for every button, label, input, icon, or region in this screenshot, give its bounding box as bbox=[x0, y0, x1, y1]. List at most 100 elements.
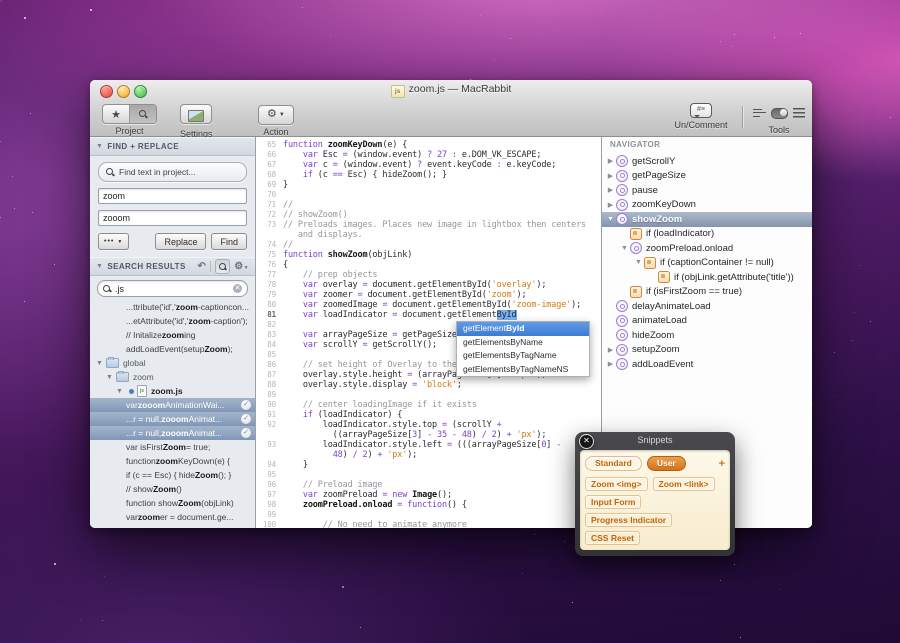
snippet-pill[interactable]: CSS Reset bbox=[585, 531, 640, 545]
code-line[interactable]: 100 // No need to animate anymore bbox=[256, 520, 601, 528]
navigator-row-selected[interactable]: ▼showZoom bbox=[602, 212, 812, 227]
disclosure-triangle-icon[interactable]: ▶ bbox=[606, 201, 615, 209]
result-folder-row[interactable]: ▼zoom bbox=[90, 370, 255, 384]
code-line[interactable]: 72// showZoom() bbox=[256, 210, 601, 220]
snippets-tab-standard[interactable]: Standard bbox=[585, 456, 642, 471]
checkmark-icon[interactable]: ✓ bbox=[241, 414, 251, 424]
navigator-row[interactable]: ▶getPageSize bbox=[602, 169, 812, 184]
code-line[interactable]: 79 var zoomer = document.getElementById(… bbox=[256, 290, 601, 300]
code-editor[interactable]: 65function zoomKeyDown(e) {66 var Esc = … bbox=[256, 137, 601, 528]
disclosure-triangle-icon[interactable]: ▶ bbox=[606, 186, 615, 194]
find-in-project-button[interactable]: Find text in project... bbox=[98, 162, 247, 182]
replace-button[interactable]: Replace bbox=[155, 233, 206, 250]
disclosure-triangle-icon[interactable]: ▼ bbox=[606, 216, 615, 223]
code-line[interactable]: 90 // center loadingImage if it exists bbox=[256, 400, 601, 410]
navigator-row[interactable]: hideZoom bbox=[602, 328, 812, 343]
result-row[interactable]: // Initalize zooming bbox=[90, 328, 255, 342]
code-line[interactable]: 92 loadIndicator.style.top = (scrollY + bbox=[256, 420, 601, 430]
result-row[interactable]: ...ent.getElementById('zoom'); bbox=[90, 524, 255, 528]
code-line[interactable]: 89 bbox=[256, 390, 601, 400]
autocomplete-item[interactable]: getElementsByTagName bbox=[457, 349, 589, 363]
project-segmented-control[interactable]: ★ bbox=[102, 104, 157, 124]
navigator-row[interactable]: ▶zoomKeyDown bbox=[602, 198, 812, 213]
code-line[interactable]: 96 // Preload image bbox=[256, 480, 601, 490]
disclosure-triangle-icon[interactable]: ▼ bbox=[634, 259, 643, 266]
navigator-row[interactable]: ▶getScrollY bbox=[602, 154, 812, 169]
navigator-row[interactable]: animateLoad bbox=[602, 314, 812, 329]
checkmark-icon[interactable]: ✓ bbox=[241, 428, 251, 438]
settings-button[interactable] bbox=[180, 104, 212, 124]
snippet-pill[interactable]: Progress Indicator bbox=[585, 513, 672, 527]
navigator-row[interactable]: ▶pause bbox=[602, 183, 812, 198]
code-line[interactable]: 94 } bbox=[256, 460, 601, 470]
code-line[interactable]: 69} bbox=[256, 180, 601, 190]
code-line[interactable]: 98 zoomPreload.onload = function() { bbox=[256, 500, 601, 510]
code-line[interactable]: 81 var loadIndicator = document.getEleme… bbox=[256, 310, 601, 320]
find-replace-header[interactable]: ▼ FIND + REPLACE bbox=[90, 137, 255, 156]
disclosure-triangle-icon[interactable]: ▼ bbox=[620, 245, 629, 252]
code-line[interactable]: 48) / 2) + 'px'); bbox=[256, 450, 601, 460]
result-row[interactable]: ...etAttribute('id','zoom-caption'); bbox=[90, 314, 255, 328]
uncomment-icon[interactable]: #≡ bbox=[690, 103, 712, 118]
snippets-palette[interactable]: ✕ Snippets StandardUser+ Zoom <img>Zoom … bbox=[575, 432, 735, 556]
navigator-row[interactable]: ▶addLoadEvent bbox=[602, 357, 812, 372]
result-row[interactable]: // showZoom() bbox=[90, 482, 255, 496]
disclosure-triangle-icon[interactable]: ▶ bbox=[606, 157, 615, 165]
code-line[interactable]: 99 bbox=[256, 510, 601, 520]
navigator-row[interactable]: delayAnimateLoad bbox=[602, 299, 812, 314]
code-line[interactable]: 76{ bbox=[256, 260, 601, 270]
code-line[interactable]: 73// Preloads images. Places new image i… bbox=[256, 220, 601, 230]
find-button[interactable]: Find bbox=[211, 233, 247, 250]
disclosure-triangle-icon[interactable]: ▼ bbox=[96, 143, 103, 150]
autocomplete-item[interactable]: getElementsByTagNameNS bbox=[457, 363, 589, 377]
search-results-header[interactable]: ▼ SEARCH RESULTS ↶ ⚙▼ bbox=[90, 257, 255, 276]
result-row[interactable]: var zoomer = document.ge... bbox=[90, 510, 255, 524]
action-button[interactable]: ⚙ ▼ bbox=[258, 105, 294, 125]
star-icon[interactable]: ★ bbox=[103, 105, 129, 123]
clear-icon[interactable]: ✕ bbox=[233, 284, 242, 293]
more-options-button[interactable]: ••• ▼ bbox=[98, 233, 129, 250]
code-line[interactable]: 68 if (c == Esc) { hideZoom(); } bbox=[256, 170, 601, 180]
disclosure-triangle-icon[interactable]: ▼ bbox=[116, 388, 123, 395]
code-line[interactable]: and displays. bbox=[256, 230, 601, 240]
checkmark-icon[interactable]: ✓ bbox=[241, 400, 251, 410]
result-row-selected[interactable]: ...r = null, zooomAnimat...✓ bbox=[90, 426, 255, 440]
result-row-selected[interactable]: var zooomAnimationWai...✓ bbox=[90, 398, 255, 412]
code-line[interactable]: 78 var overlay = document.getElementById… bbox=[256, 280, 601, 290]
code-line[interactable]: 66 var Esc = (window.event) ? 27 : e.DOM… bbox=[256, 150, 601, 160]
navigator-row[interactable]: ▶setupZoom bbox=[602, 343, 812, 358]
result-folder-row[interactable]: ▼global bbox=[90, 356, 255, 370]
result-row-selected[interactable]: ...r = null, zooomAnimat...✓ bbox=[90, 412, 255, 426]
navigator-row[interactable]: if (loadIndicator) bbox=[602, 227, 812, 242]
disclosure-triangle-icon[interactable]: ▶ bbox=[606, 360, 615, 368]
result-row[interactable]: var isFirstZoom = true; bbox=[90, 440, 255, 454]
result-row[interactable]: function showZoom(objLink) bbox=[90, 496, 255, 510]
undo-icon[interactable]: ↶ bbox=[197, 262, 206, 272]
disclosure-triangle-icon[interactable]: ▼ bbox=[96, 360, 103, 367]
result-row[interactable]: function zoomKeyDown(e) { bbox=[90, 454, 255, 468]
code-line[interactable]: 75function showZoom(objLink) bbox=[256, 250, 601, 260]
result-row[interactable]: addLoadEvent(setupZoom); bbox=[90, 342, 255, 356]
navigator-row[interactable]: if (objLink.getAttribute('title')) bbox=[602, 270, 812, 285]
code-line[interactable]: 93 loadIndicator.style.left = (((arrayPa… bbox=[256, 440, 601, 450]
code-line[interactable]: 97 var zoomPreload = new Image(); bbox=[256, 490, 601, 500]
code-line[interactable]: 95 bbox=[256, 470, 601, 480]
code-line[interactable]: 74// bbox=[256, 240, 601, 250]
search-mode-button[interactable] bbox=[215, 259, 230, 274]
snippet-pill[interactable]: Zoom <img> bbox=[585, 477, 648, 491]
navigator-row[interactable]: ▼if (captionContainer != null) bbox=[602, 256, 812, 271]
snippets-tab-user[interactable]: User bbox=[647, 456, 686, 471]
disclosure-triangle-icon[interactable]: ▼ bbox=[96, 263, 103, 270]
code-line[interactable]: 80 var zoomedImage = document.getElement… bbox=[256, 300, 601, 310]
result-file-row[interactable]: ▼jszoom.js bbox=[90, 384, 255, 398]
code-line[interactable]: 71// bbox=[256, 200, 601, 210]
autocomplete-item[interactable]: getElementsByName bbox=[457, 336, 589, 350]
navigator-row[interactable]: if (isFirstZoom == true) bbox=[602, 285, 812, 300]
code-line[interactable]: 91 if (loadIndicator) { bbox=[256, 410, 601, 420]
result-row[interactable]: ...ttribute('id','zoom-captioncon... bbox=[90, 300, 255, 314]
wrench-icon[interactable] bbox=[753, 108, 766, 118]
code-line[interactable]: 67 var c = (window.event) ? event.keyCod… bbox=[256, 160, 601, 170]
title-bar[interactable]: jszoom.js — MacRabbit bbox=[90, 80, 812, 100]
code-line[interactable]: ((arrayPageSize[3] - 35 - 48) / 2) + 'px… bbox=[256, 430, 601, 440]
disclosure-triangle-icon[interactable]: ▶ bbox=[606, 172, 615, 180]
